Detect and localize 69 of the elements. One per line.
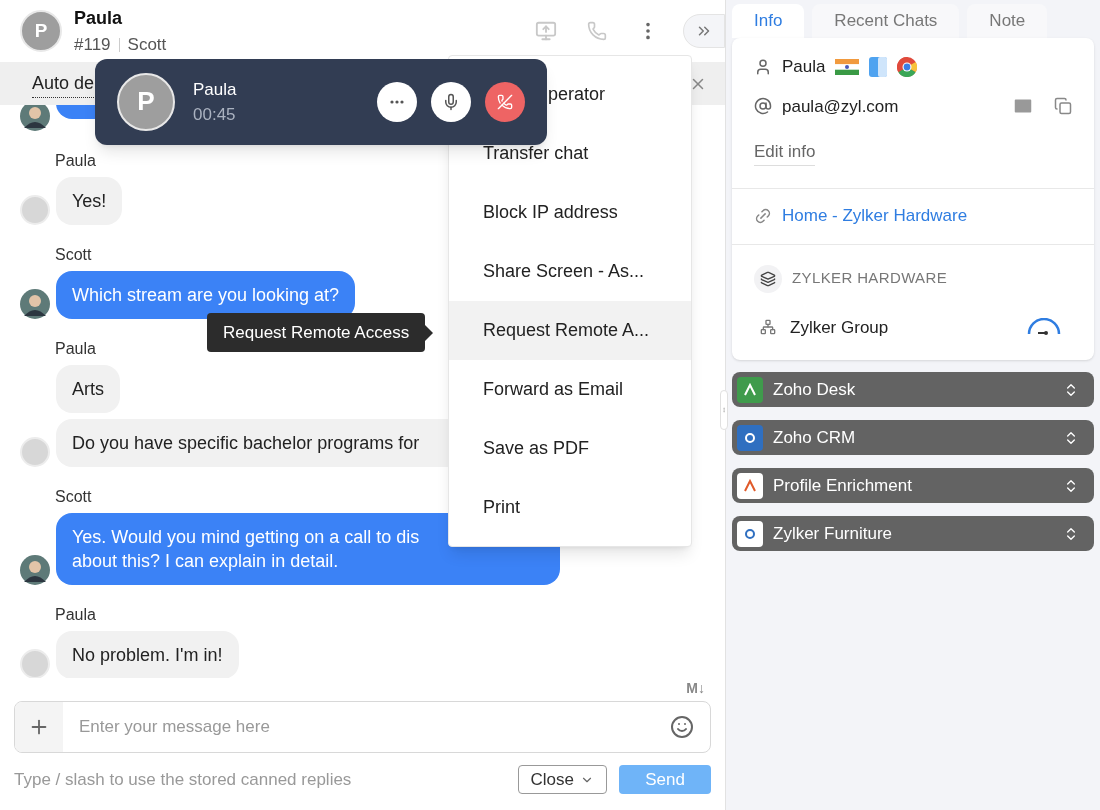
- message-bubble: Which stream are you looking at?: [56, 271, 356, 319]
- panel-tab[interactable]: Recent Chats: [812, 4, 960, 38]
- menu-item[interactable]: Share Screen - As...: [449, 242, 691, 301]
- ticket-number: #119: [74, 33, 111, 56]
- menu-item[interactable]: Transfer chat: [449, 124, 691, 183]
- expand-button[interactable]: [683, 14, 725, 48]
- resize-handle[interactable]: [720, 390, 728, 430]
- notice-text: Auto de: [32, 69, 95, 98]
- integration-name: Zoho Desk: [773, 378, 856, 401]
- company-title: ZYLKER HARDWARE: [792, 268, 948, 289]
- sender-name: Paula: [55, 339, 96, 359]
- sender-name: Scott: [55, 487, 92, 507]
- edit-info-link[interactable]: Edit info: [754, 139, 816, 166]
- contact-name: Paula: [782, 56, 826, 78]
- mic-icon: [442, 93, 460, 111]
- panel-tab[interactable]: Info: [732, 4, 805, 38]
- hint-text: Type / slash to use the stored canned replies: [14, 768, 352, 791]
- integration-name: Zoho CRM: [773, 426, 856, 449]
- flag-icon: [835, 58, 860, 75]
- hang-up-button[interactable]: [485, 82, 525, 122]
- copy-icon[interactable]: [1054, 97, 1072, 116]
- person-icon: [754, 57, 772, 76]
- menu-item[interactable]: Forward as Email: [449, 360, 691, 419]
- emoji-icon[interactable]: [670, 715, 694, 739]
- add-button[interactable]: [15, 702, 63, 752]
- tooltip: Request Remote Access: [207, 313, 434, 352]
- page-link[interactable]: Home - Zylker Hardware: [782, 203, 968, 229]
- call-timer: 00:45: [193, 104, 237, 126]
- contact-email: paula@zyl.com: [782, 95, 899, 118]
- visitor-avatar: [20, 649, 50, 678]
- visitor-avatar: [20, 437, 50, 467]
- sender-name: Paula: [55, 151, 96, 171]
- message-bubble: Yes!: [56, 177, 123, 225]
- at-icon: [754, 97, 772, 116]
- visitor-avatar: [20, 195, 50, 225]
- org-icon: [760, 319, 776, 336]
- message-field[interactable]: Enter your message here: [14, 701, 711, 753]
- close-dropdown[interactable]: Close: [517, 765, 607, 794]
- person-avatar: [20, 289, 50, 319]
- gauge-icon: [1026, 318, 1062, 337]
- integration-bar[interactable]: Profile Enrichment: [732, 468, 1094, 503]
- markdown-icon[interactable]: M↓: [686, 678, 705, 699]
- sender-name: Paula: [55, 605, 96, 625]
- browser-icon: [897, 56, 918, 77]
- integration-bar[interactable]: Zoho CRM: [732, 420, 1094, 455]
- menu-item[interactable]: Request Remote A...: [449, 301, 691, 360]
- layers-icon: [754, 264, 782, 293]
- hang-up-icon: [497, 94, 513, 110]
- menu-item[interactable]: Block IP address: [449, 183, 691, 242]
- visitor-name: Paula: [74, 6, 124, 30]
- caller-name: Paula: [193, 78, 237, 101]
- message-bubble: No problem. I'm in!: [56, 631, 239, 678]
- group-name: Zylker Group: [790, 316, 889, 339]
- integration-name: Zylker Furniture: [773, 522, 893, 545]
- person-avatar: [20, 105, 50, 131]
- more-button[interactable]: [377, 82, 417, 122]
- integration-bar[interactable]: Zylker Furniture: [732, 516, 1094, 551]
- person-avatar: [20, 555, 50, 585]
- agent-name: Scott: [127, 33, 167, 56]
- panel-tab[interactable]: Note: [967, 4, 1048, 38]
- sender-name: Scott: [55, 245, 92, 265]
- mic-button[interactable]: [431, 82, 471, 122]
- message-input[interactable]: Enter your message here: [63, 714, 670, 740]
- integration-name: Profile Enrichment: [773, 474, 912, 497]
- caller-avatar: P: [117, 73, 175, 131]
- integration-bar[interactable]: Zoho Desk: [732, 372, 1094, 407]
- dots-icon: [390, 100, 404, 104]
- visitor-avatar: P: [20, 10, 62, 52]
- message-bubble: Arts: [56, 365, 120, 413]
